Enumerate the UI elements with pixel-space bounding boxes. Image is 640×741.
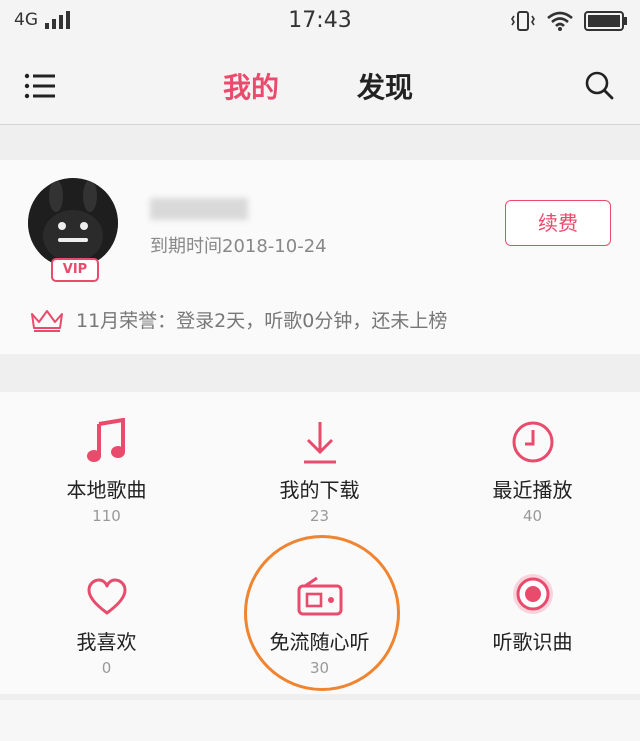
- wifi-icon: [547, 11, 573, 31]
- battery-icon: [584, 11, 627, 31]
- grid-item-recent[interactable]: 最近播放 40: [426, 408, 639, 525]
- grid-item-count: 0: [101, 659, 112, 677]
- grid-item-count: 30: [309, 659, 330, 677]
- vip-expiry-date: 到期时间2018-10-24: [150, 236, 327, 257]
- record-icon: [512, 574, 553, 614]
- profile-card: VIP 到期时间2018-10-24 续费 11月荣誉：登录2天，听歌0分钟，还…: [0, 160, 640, 354]
- crown-icon: [31, 309, 63, 332]
- grid-item-song-recognition[interactable]: 听歌识曲: [426, 560, 639, 659]
- radio-icon: [297, 576, 342, 616]
- avatar[interactable]: [28, 178, 118, 268]
- grid-item-local-songs[interactable]: 本地歌曲 110: [0, 408, 213, 525]
- feature-grid: 本地歌曲 110 我的下载 23 最近播放 40 我喜欢 0 免流随心听 30 …: [0, 392, 640, 694]
- grid-item-label: 我的下载: [279, 478, 360, 502]
- grid-item-count: 40: [522, 507, 543, 525]
- grid-item-count: 110: [92, 507, 121, 525]
- grid-item-favorites[interactable]: 我喜欢 0: [0, 560, 213, 677]
- search-icon[interactable]: [584, 70, 614, 100]
- top-navbar: 我的 发现: [0, 46, 640, 125]
- username-blurred: [150, 198, 248, 220]
- bottom-section: [0, 700, 640, 741]
- grid-item-free-radio[interactable]: 免流随心听 30: [213, 560, 426, 677]
- renew-button[interactable]: 续费: [505, 200, 611, 246]
- clock-icon: [512, 421, 553, 463]
- grid-item-label: 本地歌曲: [66, 478, 147, 502]
- grid-item-label: 我喜欢: [76, 630, 137, 654]
- grid-item-count: 23: [309, 507, 330, 525]
- status-icons: [510, 10, 628, 32]
- music-note-icon: [86, 418, 125, 462]
- grid-item-label: 听歌识曲: [492, 630, 573, 654]
- honor-text: 11月荣誉：登录2天，听歌0分钟，还未上榜: [76, 310, 448, 332]
- download-icon: [303, 422, 336, 464]
- grid-item-label: 免流随心听: [269, 630, 370, 654]
- monthly-honor[interactable]: 11月荣誉：登录2天，听歌0分钟，还未上榜: [30, 306, 447, 333]
- vip-badge: VIP: [51, 258, 99, 282]
- tab-discover[interactable]: 发现: [357, 66, 413, 106]
- grid-item-downloads[interactable]: 我的下载 23: [213, 408, 426, 525]
- tab-mine[interactable]: 我的: [223, 66, 279, 106]
- status-bar: 4G 17:43: [0, 0, 640, 46]
- menu-icon[interactable]: [24, 72, 56, 100]
- avatar-image: [28, 178, 118, 268]
- heart-icon: [87, 578, 126, 615]
- grid-item-label: 最近播放: [492, 478, 573, 502]
- vibrate-icon: [511, 11, 535, 31]
